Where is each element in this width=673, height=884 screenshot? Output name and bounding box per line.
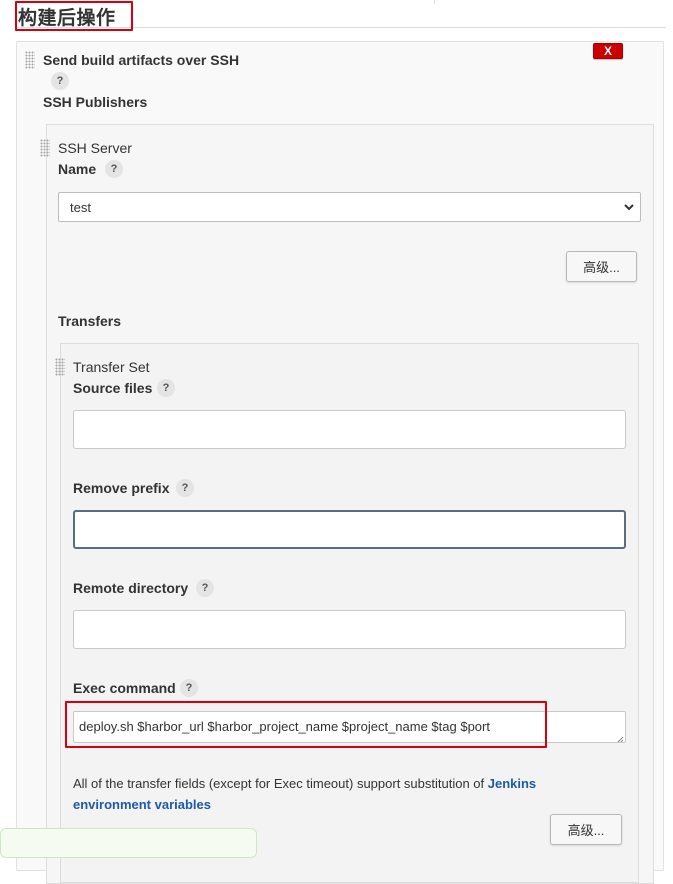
ssh-publishers-label: SSH Publishers: [43, 94, 148, 110]
help-icon[interactable]: ?: [105, 160, 123, 178]
help-icon[interactable]: ?: [157, 379, 175, 397]
exec-command-value: deploy.sh $harbor_url $harbor_project_na…: [79, 719, 490, 734]
help-icon[interactable]: ?: [180, 679, 198, 697]
publisher-title: Send build artifacts over SSH: [43, 52, 240, 68]
remove-prefix-input[interactable]: [73, 510, 626, 549]
info-text: All of the transfer fields (except for E…: [73, 776, 488, 791]
bottom-bar: [0, 828, 257, 858]
help-icon[interactable]: ?: [51, 72, 69, 90]
resize-handle-icon[interactable]: [615, 732, 624, 742]
transfer-set-heading: Transfer Set: [73, 359, 150, 375]
drag-handle-icon[interactable]: [40, 139, 50, 157]
drag-handle-icon[interactable]: [55, 358, 65, 376]
substitution-info: All of the transfer fields (except for E…: [73, 773, 603, 815]
name-label: Name: [58, 161, 97, 177]
delete-button[interactable]: X: [593, 43, 623, 59]
source-files-label: Source files: [73, 380, 153, 396]
section-title: 构建后操作: [18, 7, 116, 29]
chevron-down-icon: [623, 200, 635, 214]
transfers-label: Transfers: [58, 313, 122, 329]
advanced-button[interactable]: 高级...: [566, 251, 637, 282]
advanced-button-transfer[interactable]: 高级...: [550, 814, 622, 845]
remote-directory-input[interactable]: [73, 610, 626, 649]
remove-prefix-label: Remove prefix: [73, 480, 170, 496]
remote-directory-label: Remote directory: [73, 580, 189, 596]
help-icon[interactable]: ?: [176, 479, 194, 497]
drag-handle-icon[interactable]: [25, 51, 35, 69]
help-icon[interactable]: ?: [196, 579, 214, 597]
server-name-select[interactable]: test: [58, 192, 641, 222]
exec-command-textarea[interactable]: deploy.sh $harbor_url $harbor_project_na…: [73, 711, 626, 743]
divider: [434, 0, 435, 4]
ssh-server-heading: SSH Server: [58, 140, 132, 156]
source-files-input[interactable]: [73, 410, 626, 449]
exec-command-label: Exec command: [73, 680, 176, 696]
select-value: test: [70, 199, 91, 215]
